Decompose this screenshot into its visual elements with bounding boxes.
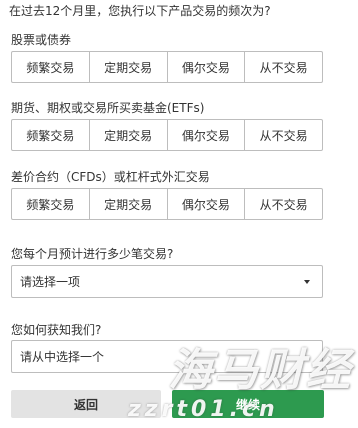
futures-option-never[interactable]: 从不交易 xyxy=(244,120,322,150)
referral-value: 请从中选择一个 xyxy=(20,350,105,364)
cfds-option-frequent[interactable]: 频繁交易 xyxy=(12,189,89,219)
intro-question: 在过去12个月里，您执行以下产品交易的频次为? xyxy=(9,4,271,18)
group-label-futures-options-etfs: 期货、期权或交易所买卖基金(ETFs) xyxy=(11,101,205,115)
cfds-option-regular[interactable]: 定期交易 xyxy=(88,189,167,219)
group-label-cfds-forex: 差价合约（CFDs）或杠杆式外汇交易 xyxy=(11,170,210,184)
trades-per-month-label: 您每个月预计进行多少笔交易? xyxy=(11,247,174,261)
watermark-logo: 海马财经 xyxy=(168,345,352,396)
referral-label: 您如何获知我们? xyxy=(11,323,102,337)
group-label-stocks-bonds: 股票或债券 xyxy=(11,33,72,47)
cfds-frequency-selector: 频繁交易 定期交易 偶尔交易 从不交易 xyxy=(11,188,323,220)
futures-option-regular[interactable]: 定期交易 xyxy=(88,120,167,150)
stocks-option-never[interactable]: 从不交易 xyxy=(244,52,322,82)
futures-option-frequent[interactable]: 频繁交易 xyxy=(12,120,89,150)
cfds-option-never[interactable]: 从不交易 xyxy=(244,189,322,219)
trades-per-month-select[interactable]: 请选择一项 xyxy=(11,265,323,298)
dropdown-caret-icon xyxy=(304,280,310,284)
watermark-url: zzrt01.cn xyxy=(128,397,279,422)
trades-per-month-value: 请选择一项 xyxy=(20,275,81,289)
stocks-option-frequent[interactable]: 频繁交易 xyxy=(12,52,89,82)
stocks-option-occasional[interactable]: 偶尔交易 xyxy=(166,52,245,82)
futures-option-occasional[interactable]: 偶尔交易 xyxy=(166,120,245,150)
stocks-option-regular[interactable]: 定期交易 xyxy=(88,52,167,82)
cfds-option-occasional[interactable]: 偶尔交易 xyxy=(166,189,245,219)
futures-frequency-selector: 频繁交易 定期交易 偶尔交易 从不交易 xyxy=(11,119,323,151)
stocks-bonds-frequency-selector: 频繁交易 定期交易 偶尔交易 从不交易 xyxy=(11,51,323,83)
